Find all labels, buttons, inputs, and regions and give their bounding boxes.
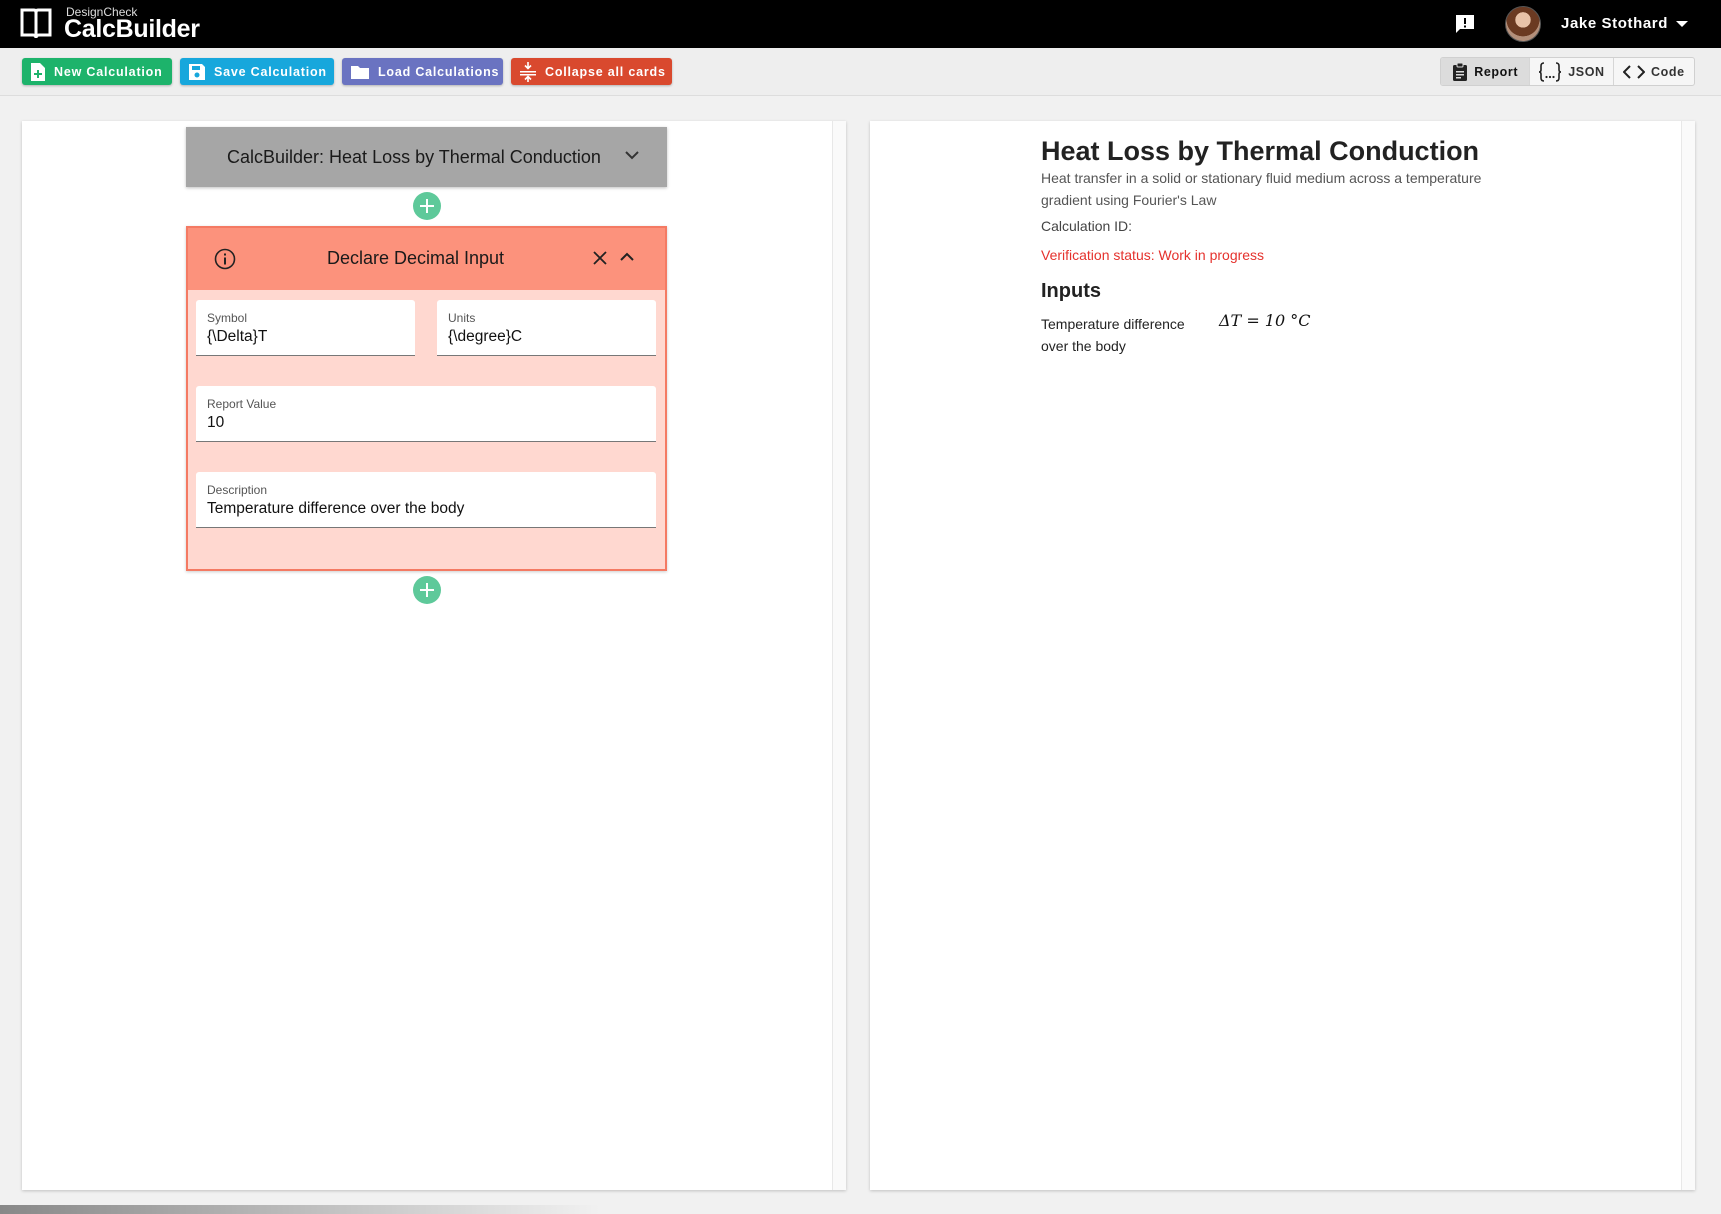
inputs-heading: Inputs bbox=[1041, 280, 1101, 303]
builder-scrollbar[interactable] bbox=[832, 121, 846, 1190]
load-calculations-label: Load Calculations bbox=[378, 64, 500, 79]
collapse-all-cards-button[interactable]: Collapse all cards bbox=[511, 58, 672, 85]
new-calculation-label: New Calculation bbox=[54, 64, 163, 79]
units-field[interactable]: Units {\degree}C bbox=[437, 300, 656, 356]
units-value[interactable]: {\degree}C bbox=[448, 328, 522, 346]
code-view-label: Code bbox=[1650, 64, 1685, 79]
symbol-value[interactable]: {\Delta}T bbox=[207, 328, 267, 346]
new-file-icon bbox=[31, 62, 45, 81]
builder-panel: CalcBuilder: Heat Loss by Thermal Conduc… bbox=[22, 121, 846, 1190]
report-input-equation: ΔT = 10 °C bbox=[1219, 311, 1311, 331]
collapse-all-cards-label: Collapse all cards bbox=[545, 64, 666, 79]
clipboard-icon bbox=[1453, 62, 1468, 81]
report-value-field[interactable]: Report Value 10 bbox=[196, 386, 656, 442]
feedback-icon[interactable] bbox=[1453, 12, 1477, 36]
braces-icon bbox=[1539, 61, 1562, 82]
app-title[interactable]: CalcBuilder bbox=[64, 15, 200, 44]
calculation-id: Calculation ID: bbox=[1041, 218, 1133, 235]
chevron-down-icon[interactable] bbox=[625, 151, 639, 160]
plus-icon bbox=[420, 583, 434, 597]
app-header: DesignCheck CalcBuilder Jake Stothard bbox=[0, 0, 1721, 48]
add-card-button[interactable] bbox=[413, 576, 441, 604]
calc-header-title: CalcBuilder: Heat Loss by Thermal Conduc… bbox=[227, 146, 601, 167]
report-input-row: Temperature difference over the body ΔT … bbox=[1041, 311, 1561, 357]
verification-status: Verification status: Work in progress bbox=[1041, 247, 1265, 264]
description-label: Description bbox=[207, 483, 268, 497]
collapse-icon bbox=[520, 61, 536, 82]
save-icon bbox=[189, 63, 205, 80]
report-value-label: Report Value bbox=[207, 397, 277, 411]
report-content: Heat Loss by Thermal Conduction Heat tra… bbox=[1041, 136, 1561, 357]
view-toggle: Report JSON Code bbox=[1440, 57, 1695, 86]
close-icon[interactable] bbox=[592, 250, 608, 266]
save-calculation-button[interactable]: Save Calculation bbox=[180, 58, 334, 85]
chevron-up-icon[interactable] bbox=[620, 252, 634, 261]
report-value-value[interactable]: 10 bbox=[207, 414, 224, 432]
decimal-input-card: Declare Decimal Input Symbol {\Delta}T U… bbox=[186, 226, 667, 571]
folder-icon bbox=[351, 65, 369, 79]
units-label: Units bbox=[448, 311, 476, 325]
report-panel: Heat Loss by Thermal Conduction Heat tra… bbox=[870, 121, 1695, 1190]
report-description: Heat transfer in a solid or stationary f… bbox=[1041, 170, 1482, 209]
description-value[interactable]: Temperature difference over the body bbox=[207, 500, 464, 518]
avatar[interactable] bbox=[1505, 6, 1541, 42]
description-field[interactable]: Description Temperature difference over … bbox=[196, 472, 656, 528]
calc-header-card[interactable]: CalcBuilder: Heat Loss by Thermal Conduc… bbox=[186, 127, 667, 187]
new-calculation-button[interactable]: New Calculation bbox=[22, 58, 172, 85]
toolbar: New Calculation Save Calculation Load Ca… bbox=[0, 48, 1721, 96]
report-title: Heat Loss by Thermal Conduction bbox=[1041, 136, 1480, 166]
json-view-label: JSON bbox=[1568, 64, 1605, 79]
code-icon bbox=[1622, 64, 1645, 79]
code-view-button[interactable]: Code bbox=[1614, 58, 1694, 85]
report-input-description: Temperature difference over the body bbox=[1041, 316, 1185, 355]
input-card-header: Declare Decimal Input bbox=[188, 228, 665, 290]
report-view-button[interactable]: Report bbox=[1441, 58, 1531, 85]
load-calculations-button[interactable]: Load Calculations bbox=[342, 58, 503, 85]
symbol-label: Symbol bbox=[207, 311, 248, 325]
caret-down-icon[interactable] bbox=[1676, 21, 1688, 27]
save-calculation-label: Save Calculation bbox=[214, 64, 327, 79]
horizontal-scrollbar[interactable] bbox=[0, 1205, 600, 1214]
book-logo-icon[interactable] bbox=[20, 6, 52, 42]
report-scrollbar[interactable] bbox=[1681, 121, 1695, 1190]
plus-icon bbox=[420, 199, 434, 213]
user-name[interactable]: Jake Stothard bbox=[1561, 15, 1668, 32]
symbol-field[interactable]: Symbol {\Delta}T bbox=[196, 300, 415, 356]
add-card-button[interactable] bbox=[413, 192, 441, 220]
report-view-label: Report bbox=[1474, 64, 1519, 79]
json-view-button[interactable]: JSON bbox=[1530, 58, 1614, 85]
